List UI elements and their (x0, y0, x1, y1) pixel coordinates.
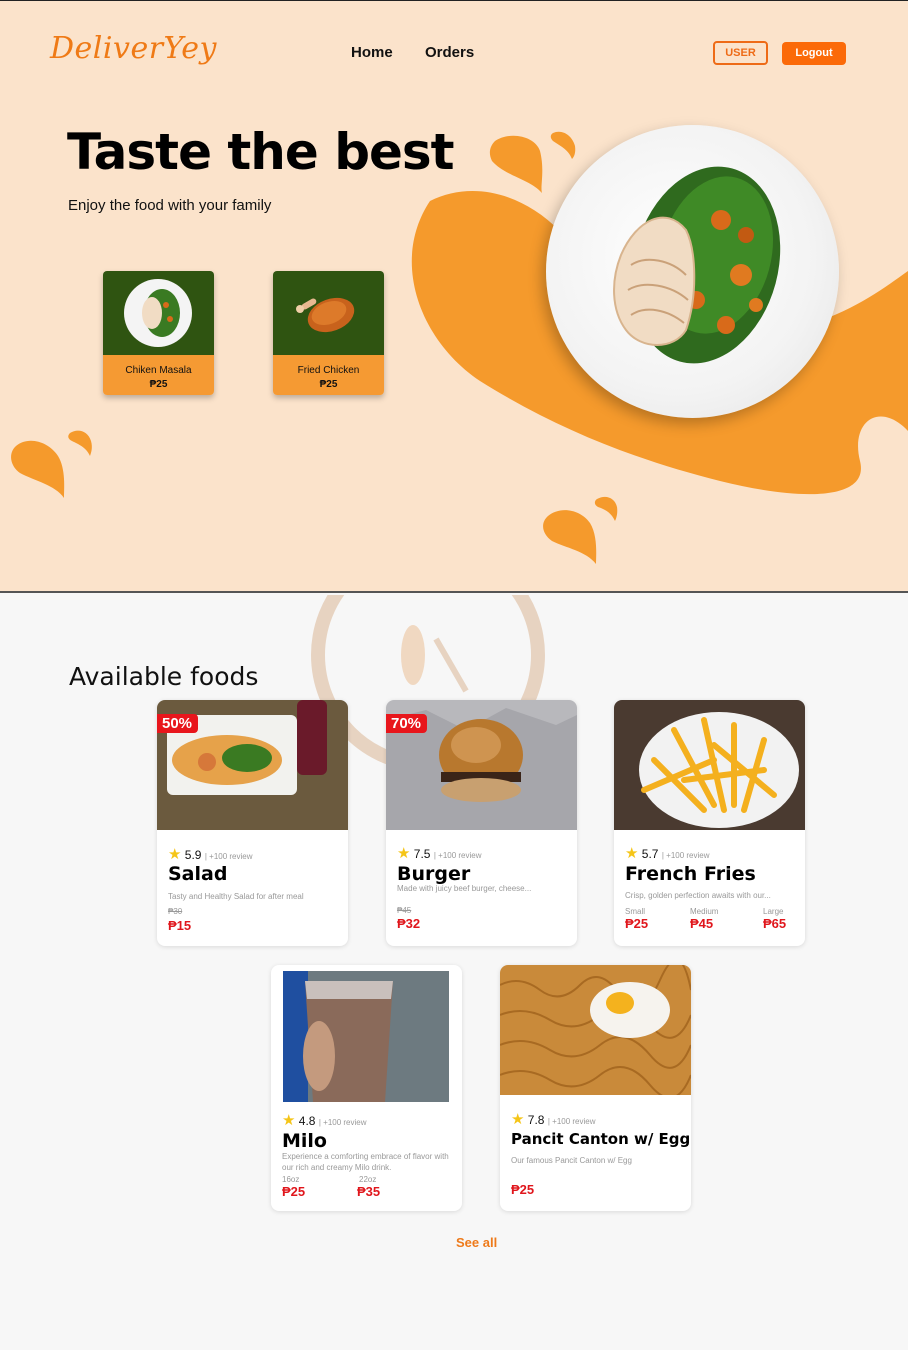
food-name: Milo (282, 1130, 327, 1152)
review-count: +100 review (323, 1118, 367, 1127)
chicken-salad-illustration (613, 166, 781, 364)
available-foods-heading: Available foods (69, 662, 259, 691)
discount-badge: 50% (157, 714, 199, 733)
food-name: Burger (397, 863, 471, 885)
size-label: Small (625, 907, 646, 916)
hero-subtitle: Enjoy the food with your family (68, 197, 272, 214)
food-card-milo[interactable]: ★ 4.8 | +100 review Milo Experience a co… (271, 965, 462, 1211)
food-card-french-fries[interactable]: ★ 5.7 | +100 review French Fries Crisp, … (614, 700, 805, 946)
hero-title: Taste the best (67, 123, 455, 181)
food-name: French Fries (625, 863, 756, 885)
rating: ★ 5.9 | +100 review (168, 846, 253, 863)
rating-value: 5.7 (641, 847, 659, 861)
rating-value: 7.8 (527, 1113, 545, 1127)
nav-home-link[interactable]: Home (351, 44, 393, 61)
price: ₱45 (690, 916, 714, 931)
featured-item-price: ₱25 (149, 379, 168, 390)
food-description: Experience a comforting embrace of flavo… (282, 1152, 449, 1172)
food-card-salad[interactable]: 50% ★ 5.9 | +100 review Salad Tasty and … (157, 700, 348, 946)
rating-value: 5.9 (184, 848, 202, 862)
size-label: Large (763, 907, 784, 916)
featured-item-name: Chiken Masala (125, 365, 192, 376)
review-count: +100 review (552, 1117, 596, 1126)
food-name: Pancit Canton w/ Egg (511, 1130, 691, 1148)
hero-section: DeliverYey Home Orders USER Logout Taste… (0, 0, 908, 593)
food-card-burger[interactable]: 70% ★ 7.5 | +100 review Burger Made with… (386, 700, 577, 946)
hero-food-plate-image (546, 125, 839, 418)
price: ₱15 (168, 918, 192, 933)
food-description: Tasty and Healthy Salad for after meal (168, 892, 304, 901)
featured-card-fried-chicken[interactable]: Fried Chicken ₱25 (273, 271, 384, 395)
review-count: +100 review (209, 852, 253, 861)
featured-card-chiken-masala[interactable]: Chiken Masala ₱25 (103, 271, 214, 395)
size-label: Medium (690, 907, 719, 916)
price: ₱65 (763, 916, 787, 931)
price: ₱35 (357, 1184, 381, 1199)
star-icon: ★ (625, 845, 639, 862)
food-card-pancit-canton[interactable]: ★ 7.8 | +100 review Pancit Canton w/ Egg… (500, 965, 691, 1211)
review-count: +100 review (666, 851, 710, 860)
food-name: Salad (168, 863, 228, 885)
rating: ★ 4.8 | +100 review (282, 1112, 367, 1129)
rating-value: 7.5 (413, 847, 431, 861)
rating-value: 4.8 (298, 1114, 316, 1128)
star-icon: ★ (168, 846, 182, 863)
size-label: 22oz (359, 1175, 377, 1184)
pancit-canton-image (500, 965, 691, 1095)
old-price: ₱45 (397, 906, 412, 915)
french-fries-image (614, 700, 805, 830)
user-button[interactable]: USER (713, 41, 768, 65)
food-description: Our famous Pancit Canton w/ Egg (511, 1156, 632, 1165)
old-price: ₱30 (168, 907, 183, 916)
price: ₱25 (511, 1182, 535, 1197)
milo-image (283, 971, 449, 1102)
nav-orders-link[interactable]: Orders (425, 44, 474, 61)
star-icon: ★ (397, 845, 411, 862)
rating: ★ 7.8 | +100 review (511, 1111, 596, 1128)
star-icon: ★ (511, 1111, 525, 1128)
featured-item-name: Fried Chicken (297, 365, 360, 376)
review-count: +100 review (438, 851, 482, 860)
rating: ★ 5.7 | +100 review (625, 845, 710, 862)
size-label: 16oz (282, 1175, 300, 1184)
logout-button[interactable]: Logout (782, 42, 846, 65)
featured-item-price: ₱25 (319, 379, 338, 390)
chiken-masala-image (124, 279, 192, 347)
price: ₱25 (282, 1184, 306, 1199)
fried-chicken-image (296, 297, 355, 333)
price: ₱32 (397, 916, 421, 931)
food-description: Crisp, golden perfection awaits with our… (625, 891, 771, 900)
rating: ★ 7.5 | +100 review (397, 845, 482, 862)
brand-logo[interactable]: DeliverYey (50, 31, 217, 66)
price: ₱25 (625, 916, 649, 931)
see-all-link[interactable]: See all (456, 1235, 497, 1250)
food-description: Made with juicy beef burger, cheese... (397, 884, 532, 893)
discount-badge: 70% (386, 714, 428, 733)
star-icon: ★ (282, 1112, 296, 1129)
